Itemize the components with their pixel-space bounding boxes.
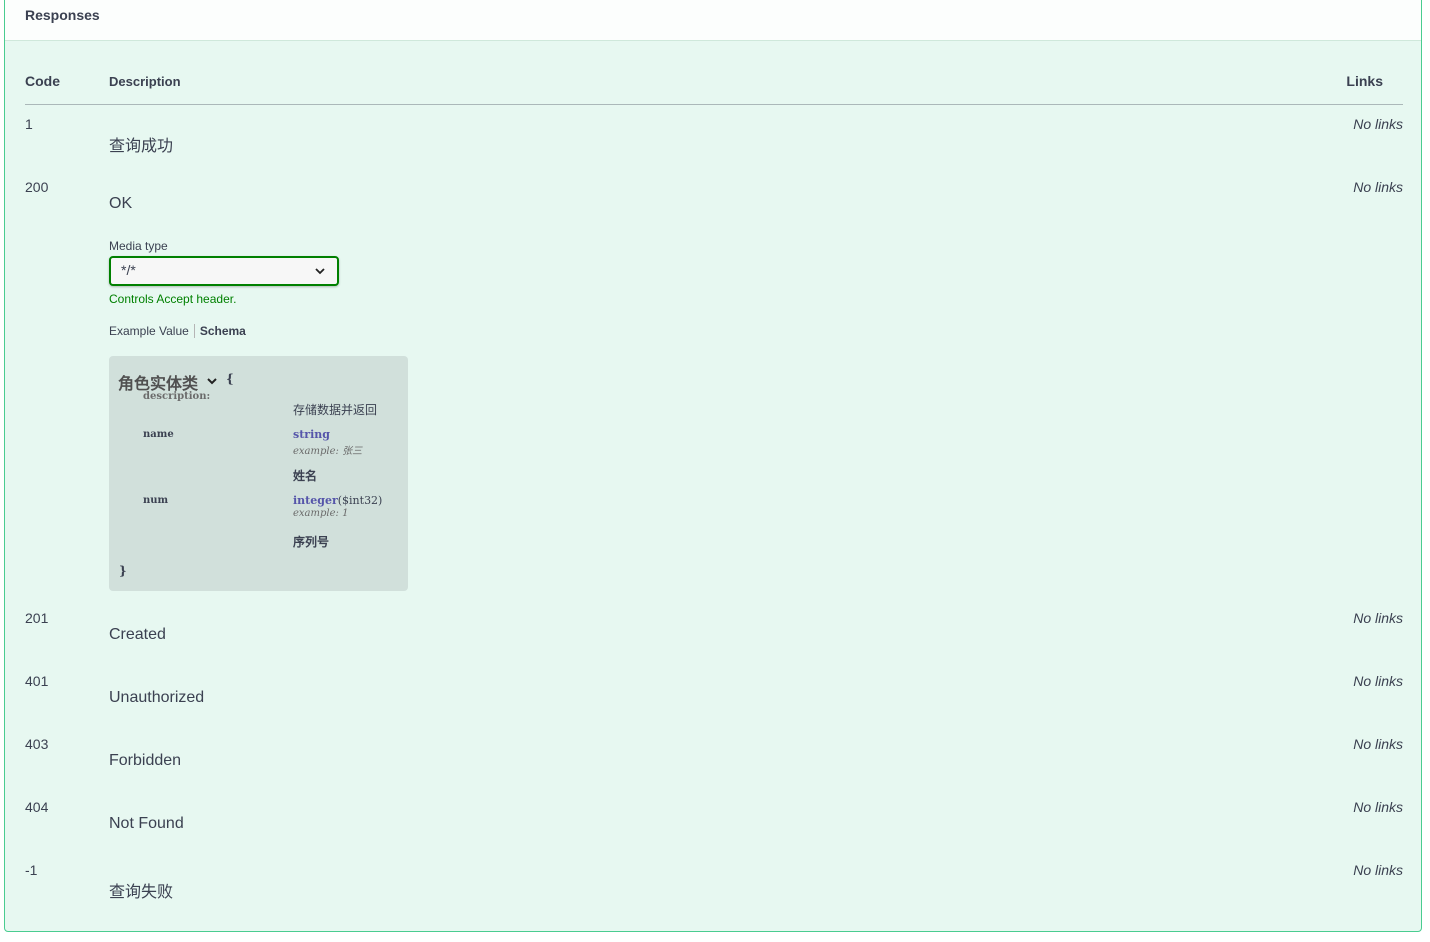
property-example: example: 张三 — [293, 442, 362, 457]
response-description: 查询成功 — [109, 138, 174, 155]
response-links: No links — [1353, 799, 1403, 815]
model-description-value: 存储数据并返回 — [293, 403, 378, 417]
response-description: Unauthorized — [109, 689, 205, 706]
media-type-value: */* — [121, 262, 136, 278]
section-title: Responses — [25, 7, 100, 23]
property-description: 序列号 — [293, 535, 330, 549]
media-type-hint: Controls Accept header. — [109, 292, 237, 306]
responses-section: Responses Code Description Links 1 查询成功 … — [4, 0, 1422, 932]
response-description: Not Found — [109, 815, 184, 832]
property-type: integer($int32) — [293, 494, 382, 507]
property-type-format: ($int32) — [337, 494, 383, 507]
response-links: No links — [1353, 673, 1403, 689]
property-description: 姓名 — [293, 469, 318, 483]
response-row: 200 OK No links Media type */* Controls … — [25, 179, 1403, 599]
property-type: string — [293, 428, 330, 441]
response-links: No links — [1353, 116, 1403, 132]
response-code: 201 — [25, 610, 49, 626]
response-links: No links — [1353, 736, 1403, 752]
media-type-select[interactable]: */* — [109, 256, 339, 286]
responses-table-header: Code Description Links — [25, 73, 1403, 105]
response-links: No links — [1353, 862, 1403, 878]
model-open-brace: { — [226, 372, 234, 386]
response-description: Forbidden — [109, 752, 182, 769]
example-schema-tabs: Example Value Schema — [109, 324, 246, 338]
tab-schema[interactable]: Schema — [200, 324, 246, 338]
chevron-down-icon[interactable] — [205, 374, 219, 388]
response-description: 查询失败 — [109, 884, 174, 901]
property-example-label: example: — [293, 508, 339, 519]
property-example-value: 1 — [342, 508, 349, 519]
response-code: 401 — [25, 673, 49, 689]
response-description: Created — [109, 626, 166, 643]
response-description: OK — [109, 195, 133, 212]
header-code: Code — [25, 73, 60, 89]
chevron-down-icon — [315, 268, 325, 275]
response-code: -1 — [25, 862, 38, 878]
response-code: 403 — [25, 736, 49, 752]
schema-model-box: 角色实体类 { description: 存储数据并返回 name string… — [109, 356, 408, 591]
property-example: example: 1 — [293, 508, 348, 519]
header-description: Description — [109, 74, 181, 89]
response-links: No links — [1353, 610, 1403, 626]
media-type-label: Media type — [109, 239, 168, 253]
tab-divider — [193, 324, 195, 338]
response-code: 1 — [25, 116, 33, 132]
section-header: Responses — [5, 0, 1421, 41]
tab-example-value[interactable]: Example Value — [109, 324, 189, 338]
model-close-brace: } — [119, 564, 127, 578]
property-type-keyword: integer — [293, 494, 338, 507]
response-links: No links — [1353, 179, 1403, 195]
property-example-value: 张三 — [342, 446, 363, 457]
property-name: num — [143, 495, 169, 506]
property-example-label: example: — [293, 446, 339, 457]
property-name: name — [143, 429, 174, 440]
response-code: 404 — [25, 799, 49, 815]
response-code: 200 — [25, 179, 49, 195]
model-description-key: description: — [143, 391, 211, 402]
media-type-block: Media type */* Controls Accept header. — [109, 239, 339, 306]
header-links: Links — [1346, 73, 1383, 89]
property-type-keyword: string — [293, 428, 330, 441]
